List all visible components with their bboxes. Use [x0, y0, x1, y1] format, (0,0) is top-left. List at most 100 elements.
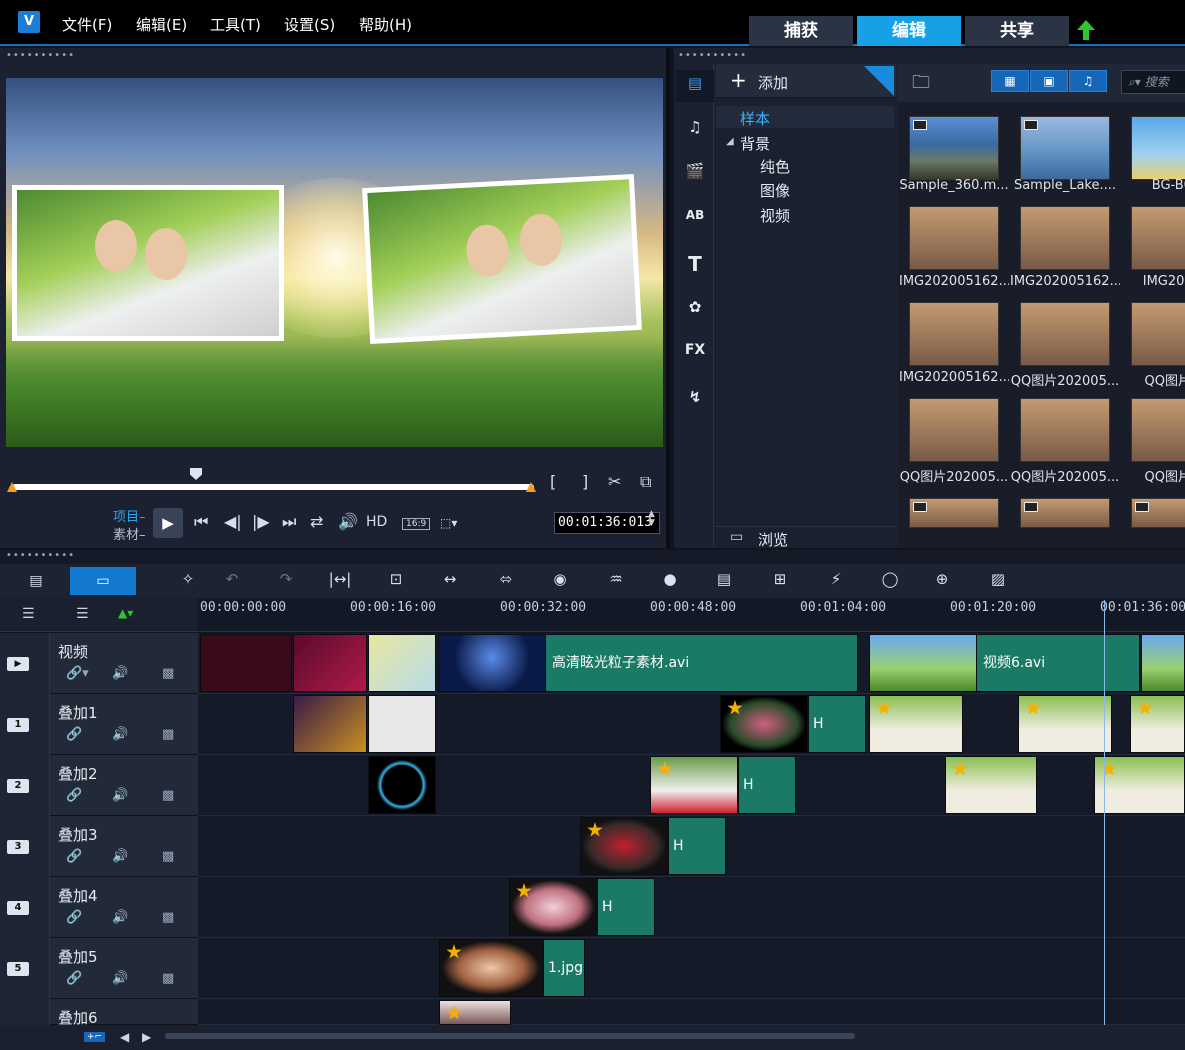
render-icon[interactable]: ▨ — [984, 570, 1012, 592]
mute-icon[interactable]: 🔊 — [112, 788, 128, 803]
track-transparency-icon[interactable]: ▩ — [162, 788, 174, 803]
overlay-clip[interactable] — [439, 939, 543, 997]
overlay-clip[interactable] — [368, 756, 436, 814]
library-thumb[interactable] — [1131, 302, 1185, 366]
overlay-clip[interactable] — [368, 695, 436, 753]
tools-icon[interactable]: ✧ — [174, 570, 202, 592]
library-thumb[interactable] — [909, 398, 999, 462]
audio-mixer-icon[interactable]: ♒ — [602, 570, 630, 592]
overlay-clip[interactable] — [1094, 756, 1185, 814]
overlay-clip-label[interactable]: H (3).jpg — [668, 817, 726, 875]
move-icon[interactable]: ⬄ — [492, 570, 520, 592]
video-clip[interactable] — [869, 634, 977, 692]
color-icon[interactable]: ● — [656, 570, 684, 592]
menu-tools[interactable]: 工具(T) — [210, 14, 261, 35]
video-clip[interactable] — [1141, 634, 1185, 692]
overlay-clip[interactable] — [293, 695, 367, 753]
video-clip-label[interactable]: 视频6.avi — [976, 634, 1140, 692]
aspect-ratio-toggle[interactable]: 16:9 — [402, 518, 431, 530]
instant-project-icon[interactable]: 🎬 — [682, 162, 708, 186]
library-thumb[interactable] — [909, 206, 999, 270]
overlay-clip-label[interactable]: H (4).jpg — [597, 878, 655, 936]
show-audio-toggle[interactable]: ♫ — [1069, 70, 1107, 92]
scroll-right-icon[interactable]: ▶ — [142, 1030, 151, 1044]
overlay-clip[interactable] — [1018, 695, 1112, 753]
scissors-icon[interactable]: ✂ — [608, 472, 621, 491]
show-photo-toggle[interactable]: ▣ — [1030, 70, 1068, 92]
upload-icon[interactable] — [1077, 20, 1095, 40]
search-input[interactable]: ⌕▾ 搜索 — [1121, 70, 1185, 94]
library-thumb[interactable] — [909, 498, 999, 528]
track-transparency-icon[interactable]: ▩ — [162, 666, 174, 681]
menu-file[interactable]: 文件(F) — [62, 14, 112, 35]
menu-help[interactable]: 帮助(H) — [359, 14, 412, 35]
tree-item-background[interactable]: 背景 — [740, 133, 770, 154]
link-icon[interactable]: 🔗 — [66, 849, 82, 864]
library-thumb[interactable] — [1020, 116, 1110, 180]
mute-icon[interactable]: 🔊 — [112, 971, 128, 986]
record-icon[interactable]: ◉ — [546, 570, 574, 592]
overlay-clip[interactable] — [720, 695, 808, 753]
redo-icon[interactable]: ↷ — [272, 570, 300, 592]
transition-icon[interactable]: AB — [682, 208, 708, 232]
go-end-icon[interactable]: ⏭ — [282, 512, 296, 532]
video-clip-label[interactable]: 高清眩光粒子素材.avi — [545, 634, 858, 692]
lane-overlay[interactable] — [198, 999, 1185, 1025]
mute-icon[interactable]: 🔊 — [112, 666, 128, 681]
title-editor-icon[interactable]: ▤ — [710, 570, 738, 592]
track-transparency-icon[interactable]: ▩ — [162, 849, 174, 864]
hd-toggle[interactable]: HD — [366, 514, 387, 530]
add-track-small-icon[interactable]: +⌐ — [84, 1032, 106, 1042]
timecode-display[interactable]: 00:01:36:013 — [554, 512, 660, 534]
library-thumb[interactable] — [1020, 302, 1110, 366]
lane-overlay[interactable] — [198, 877, 1185, 938]
scroll-left-icon[interactable]: ◀ — [120, 1030, 129, 1044]
library-grip[interactable]: •••••••••• — [678, 51, 747, 61]
video-clip[interactable] — [200, 634, 292, 692]
next-frame-icon[interactable]: |▶ — [252, 512, 270, 531]
overlay-clip[interactable] — [439, 1000, 511, 1025]
menu-edit[interactable]: 编辑(E) — [136, 14, 187, 35]
tree-item-solid[interactable]: 纯色 — [760, 156, 790, 177]
track-transparency-icon[interactable]: ▩ — [162, 727, 174, 742]
timecode-stepper-icon[interactable]: ▲ ▼ — [648, 510, 655, 528]
split-screen-icon[interactable]: ⊞ — [766, 570, 794, 592]
crop-icon[interactable]: ⬚▾ — [440, 516, 457, 530]
lane-overlay[interactable] — [198, 938, 1185, 999]
overlay-clip[interactable] — [869, 695, 963, 753]
play-button[interactable]: ▶ — [153, 508, 183, 538]
preview-scrubber[interactable] — [12, 484, 534, 490]
browse-button[interactable]: ▭ 浏览 — [716, 526, 896, 549]
overlay-clip[interactable] — [580, 817, 668, 875]
overlay-clip-label[interactable]: 1.jpg — [543, 939, 585, 997]
overlay-clip-label[interactable]: H (2).jpg — [738, 756, 796, 814]
volume-icon[interactable]: 🔊 — [338, 512, 358, 531]
library-thumb[interactable] — [1131, 206, 1185, 270]
tree-expand-icon[interactable]: ◢ — [726, 136, 734, 147]
playhead[interactable] — [1104, 600, 1105, 1025]
link-icon[interactable]: 🔗 — [66, 910, 82, 925]
zoom-fit-icon[interactable]: ⊡ — [382, 570, 410, 592]
tree-item-video[interactable]: 视频 — [760, 205, 790, 226]
motion-icon[interactable]: ⚡ — [822, 570, 850, 592]
chapter-marker-icon[interactable]: ▲▾ — [118, 606, 133, 620]
library-thumb[interactable] — [1131, 498, 1185, 528]
tracking-icon[interactable]: ⊕ — [928, 570, 956, 592]
mute-icon[interactable]: 🔊 — [112, 910, 128, 925]
timeline-view-button[interactable]: ▭ — [70, 567, 136, 595]
storyboard-view-button[interactable]: ▤ — [14, 567, 58, 595]
go-start-icon[interactable]: ⏮ — [194, 512, 208, 532]
overlay-clip[interactable] — [509, 878, 597, 936]
fit-project-icon[interactable]: |↔| — [326, 570, 354, 592]
timeline-grip[interactable]: •••••••••• — [0, 550, 1185, 564]
show-video-toggle[interactable]: ▦ — [991, 70, 1029, 92]
tab-edit[interactable]: 编辑 — [857, 16, 961, 46]
timeline-scrollbar[interactable] — [165, 1033, 855, 1039]
video-clip[interactable] — [438, 634, 546, 692]
add-track-icon[interactable]: ☰ — [76, 606, 89, 622]
link-icon[interactable]: 🔗 — [66, 727, 82, 742]
split-icon[interactable]: ↔ — [436, 570, 464, 592]
mute-icon[interactable]: 🔊 — [112, 727, 128, 742]
link-icon[interactable]: 🔗▾ — [66, 666, 89, 681]
video-clip[interactable] — [293, 634, 367, 692]
